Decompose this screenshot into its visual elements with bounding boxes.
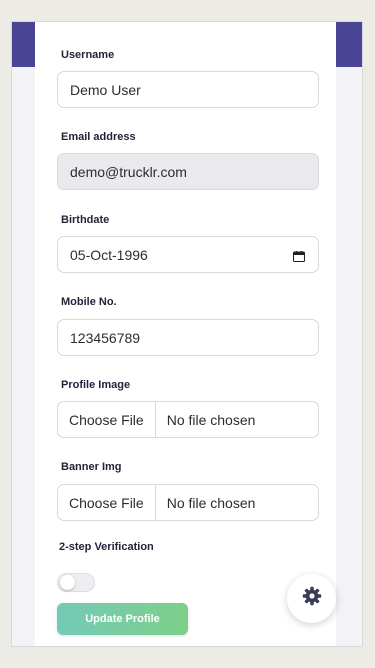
profile-form-card: Username Demo User Email address demo@tr…	[35, 22, 336, 646]
toggle-knob	[60, 575, 75, 590]
settings-button[interactable]	[287, 574, 336, 623]
two-step-label: 2-step Verification	[59, 541, 154, 553]
birthdate-value: 05-Oct-1996	[70, 246, 148, 263]
mobile-label: Mobile No.	[61, 296, 117, 308]
username-label: Username	[61, 49, 115, 61]
gear-icon	[302, 586, 322, 611]
username-value: Demo User	[70, 81, 141, 98]
birthdate-input[interactable]: 05-Oct-1996	[57, 236, 319, 273]
two-step-toggle[interactable]	[57, 573, 95, 592]
mobile-value: 123456789	[70, 329, 141, 346]
email-input: demo@trucklr.com	[57, 153, 319, 190]
username-input[interactable]: Demo User	[57, 71, 319, 108]
app-frame: Username Demo User Email address demo@tr…	[11, 21, 363, 647]
update-profile-button[interactable]: Update Profile	[57, 603, 188, 635]
email-value: demo@trucklr.com	[70, 163, 187, 180]
banner-file-input[interactable]: Choose File No file chosen	[57, 484, 319, 521]
profile-image-file-input[interactable]: Choose File No file chosen	[57, 401, 319, 438]
banner-label: Banner Img	[61, 461, 122, 473]
profile-image-status: No file chosen	[166, 411, 256, 428]
profile-image-label: Profile Image	[61, 379, 131, 391]
banner-status: No file chosen	[166, 494, 256, 511]
birthdate-label: Birthdate	[61, 214, 110, 226]
calendar-icon[interactable]	[292, 249, 306, 263]
mobile-input[interactable]: 123456789	[57, 319, 319, 356]
profile-image-choose-button[interactable]: Choose File	[58, 402, 156, 437]
email-label: Email address	[61, 131, 136, 143]
banner-choose-button[interactable]: Choose File	[58, 485, 156, 520]
